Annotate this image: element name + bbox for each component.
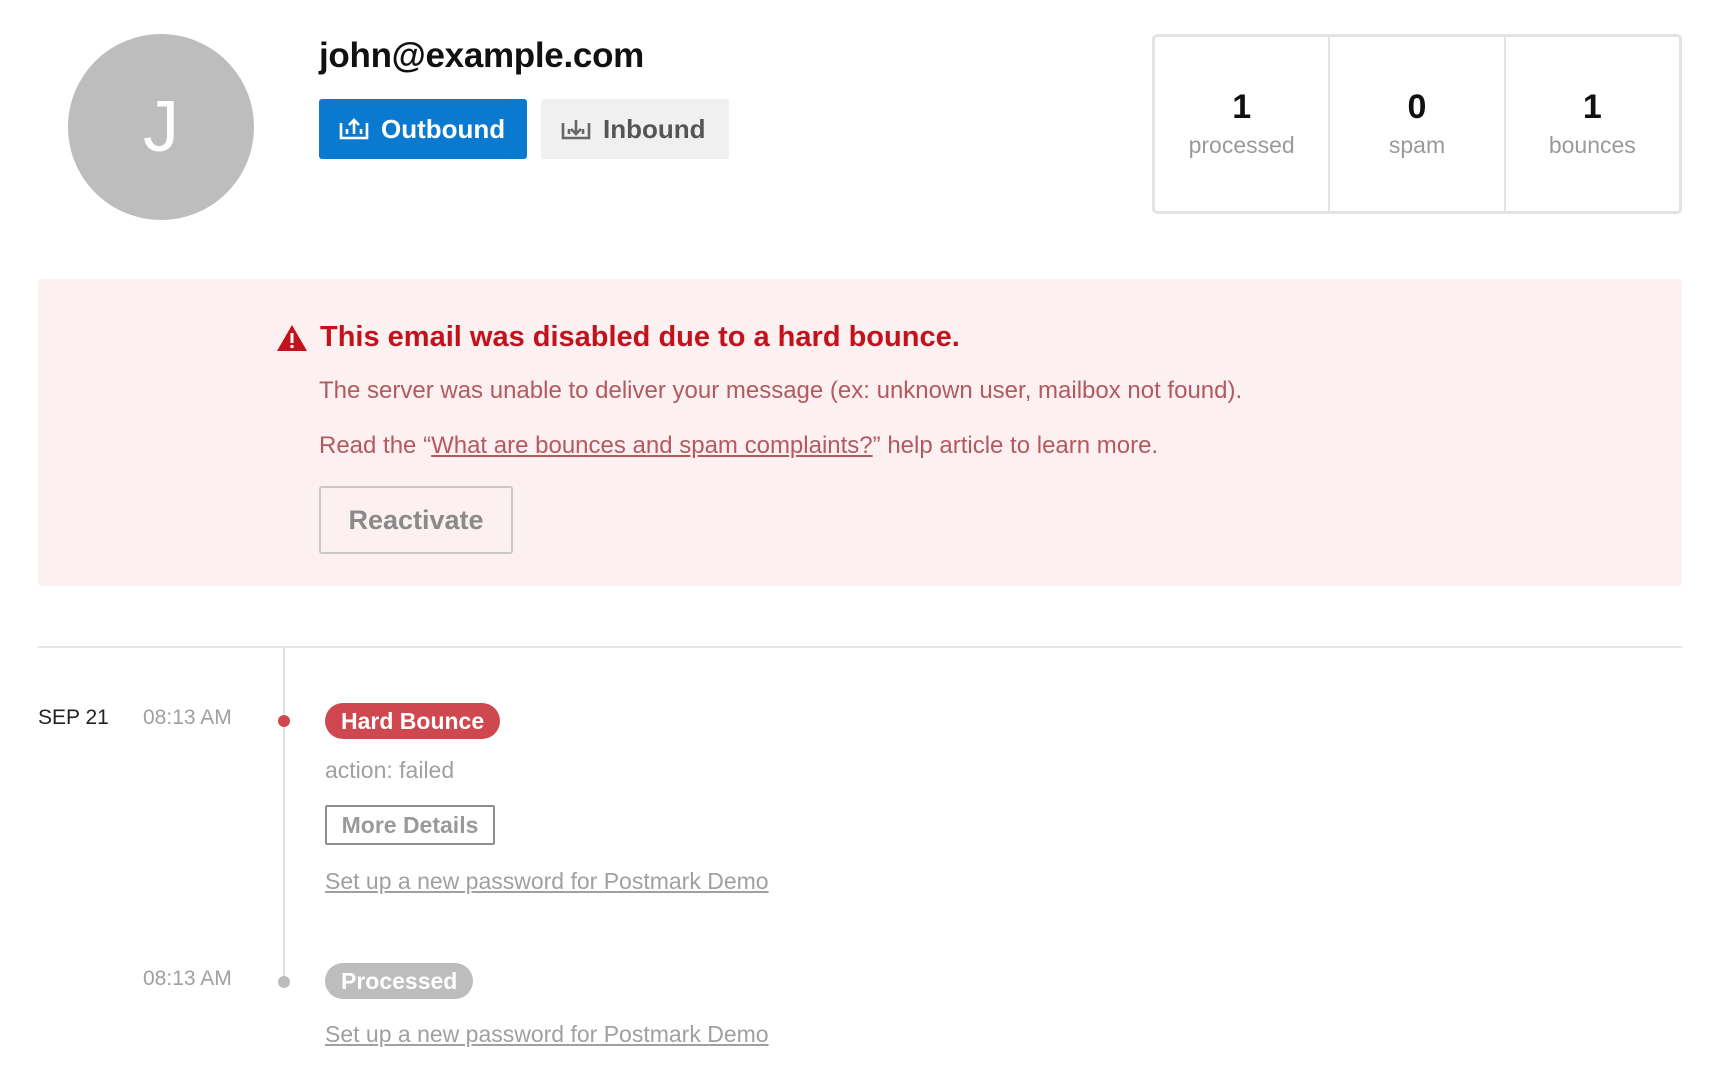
outbound-label: Outbound <box>381 113 506 144</box>
stat-processed: 1 processed <box>1155 37 1331 211</box>
event-time: 08:13 AM <box>143 967 232 990</box>
stat-label: processed <box>1188 132 1295 159</box>
timeline-dot-processed <box>278 976 290 988</box>
alert-help-suffix: ” help article to learn more. <box>872 432 1159 459</box>
outbound-button[interactable]: Outbound <box>319 99 527 159</box>
event-time: 08:13 AM <box>143 706 232 729</box>
stat-label: bounces <box>1548 132 1636 159</box>
hard-bounce-badge: Hard Bounce <box>325 703 501 739</box>
reactivate-button[interactable]: Reactivate <box>319 486 513 554</box>
outbound-icon <box>339 118 369 140</box>
alert-help-prefix: Read the “ <box>319 432 432 459</box>
stat-label: spam <box>1388 132 1446 159</box>
warning-icon <box>277 324 307 351</box>
help-article-link[interactable]: What are bounces and spam complaints? <box>431 432 873 459</box>
inbound-label: Inbound <box>603 113 706 144</box>
stat-value: 1 <box>1232 87 1252 126</box>
event-action: action: failed <box>325 757 455 783</box>
message-subject-link[interactable]: Set up a new password for Postmark Demo <box>325 868 769 895</box>
avatar: J <box>68 34 254 220</box>
alert-title-text: This email was disabled due to a hard bo… <box>320 321 960 353</box>
alert-help-line: Read the “What are bounces and spam comp… <box>319 432 1158 460</box>
timeline-dot-bounce <box>278 715 290 727</box>
stat-value: 0 <box>1407 87 1427 126</box>
more-details-button[interactable]: More Details <box>325 805 495 845</box>
stat-bounces: 1 bounces <box>1506 37 1679 211</box>
page: J john@example.com Outbound Inbound 1 pr… <box>0 0 1720 1080</box>
stats-panel: 1 processed 0 spam 1 bounces <box>1152 34 1682 214</box>
alert-title: This email was disabled due to a hard bo… <box>276 321 960 354</box>
message-subject-link[interactable]: Set up a new password for Postmark Demo <box>325 1021 769 1048</box>
inbound-button[interactable]: Inbound <box>541 99 729 159</box>
hard-bounce-alert: This email was disabled due to a hard bo… <box>38 279 1682 586</box>
inbound-icon <box>561 120 591 140</box>
processed-badge: Processed <box>325 963 474 999</box>
stat-spam: 0 spam <box>1330 37 1506 211</box>
timeline-line <box>283 648 285 978</box>
page-title: john@example.com <box>319 36 644 75</box>
alert-description: The server was unable to deliver your me… <box>319 377 1243 404</box>
avatar-letter: J <box>143 87 179 167</box>
timeline-date: SEP 21 <box>38 706 109 729</box>
stat-value: 1 <box>1582 87 1602 126</box>
